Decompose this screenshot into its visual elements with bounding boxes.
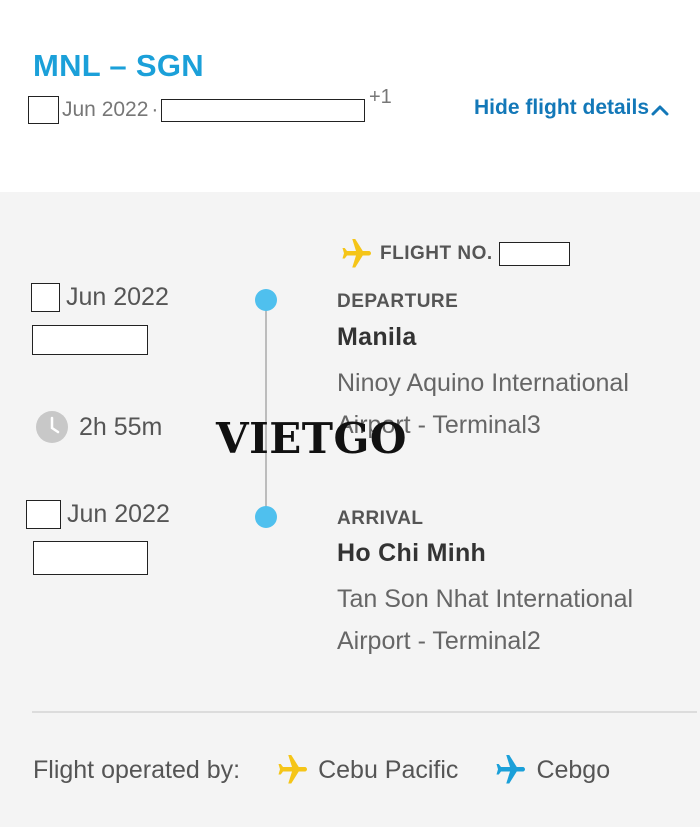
flight-duration: 2h 55m xyxy=(79,412,163,441)
departure-date-row: Jun 2022 xyxy=(31,283,169,312)
arrival-label: ARRIVAL xyxy=(337,508,424,529)
airline-cebgo: Cebgo xyxy=(492,752,610,788)
departure-city: Manila xyxy=(337,323,417,351)
plane-icon xyxy=(278,755,308,784)
redacted-day-box xyxy=(28,96,59,124)
month-year: Jun 2022 xyxy=(62,98,149,121)
flight-number-row: FLIGHT NO. xyxy=(338,236,570,272)
airline-cebu-pacific: Cebu Pacific xyxy=(274,752,458,788)
airline-name: Cebu Pacific xyxy=(318,755,459,784)
clock-icon xyxy=(36,411,68,443)
chevron-up-icon xyxy=(651,105,669,116)
arrival-date: Jun 2022 xyxy=(67,500,170,528)
hide-flight-details-label: Hide flight details xyxy=(474,96,650,119)
redacted-flight-number-box xyxy=(498,242,570,266)
redacted-arrival-day-box xyxy=(26,500,61,529)
plane-icon xyxy=(342,239,371,268)
redacted-time-box xyxy=(161,98,366,122)
duration-row: 2h 55m xyxy=(35,410,162,444)
arrival-date-row: Jun 2022 xyxy=(26,500,170,529)
redacted-arrival-time-box xyxy=(33,541,148,575)
hide-flight-details-link[interactable]: Hide flight details xyxy=(474,96,669,120)
departure-date: Jun 2022 xyxy=(66,283,169,311)
day-offset: +1 xyxy=(369,86,392,108)
timeline-line xyxy=(265,300,267,517)
departure-label: DEPARTURE xyxy=(337,291,459,312)
arrival-airport: Tan Son Nhat International Airport - Ter… xyxy=(337,585,634,655)
separator: · xyxy=(151,98,159,121)
redacted-departure-day-box xyxy=(31,283,60,312)
departure-timeline-dot xyxy=(255,289,277,311)
arrival-timeline-dot xyxy=(255,506,277,528)
plane-icon xyxy=(496,755,526,784)
flight-summary-header: MNL – SGN Jun 2022 · +1 Hide flight deta… xyxy=(0,0,700,192)
operated-by-label: Flight operated by: xyxy=(33,755,241,784)
flight-number-label: FLIGHT NO. xyxy=(380,243,493,264)
watermark-text: VIETGO xyxy=(216,414,407,463)
route-title: MNL – SGN xyxy=(33,48,204,83)
arrival-city: Ho Chi Minh xyxy=(337,539,487,567)
airline-name: Cebgo xyxy=(536,755,611,784)
divider xyxy=(32,711,697,713)
redacted-departure-time-box xyxy=(32,325,148,355)
date-line: Jun 2022 · xyxy=(28,96,366,124)
operated-by-row: Flight operated by: Cebu Pacific Cebgo xyxy=(33,752,644,788)
